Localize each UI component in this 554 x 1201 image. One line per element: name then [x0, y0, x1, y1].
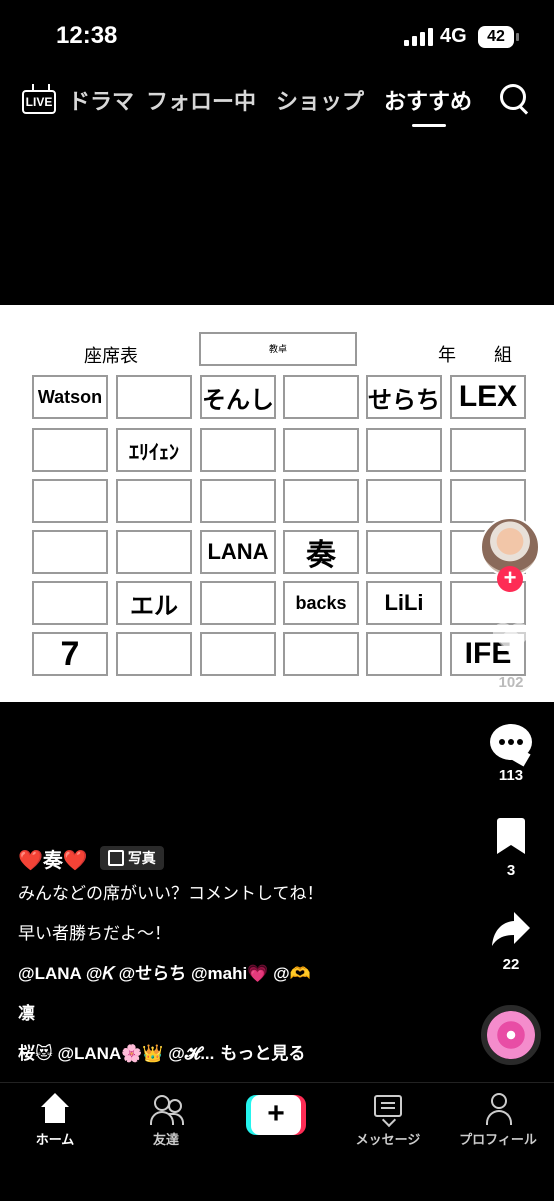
seat-cell [450, 428, 526, 472]
active-tab-indicator [412, 124, 446, 127]
seat-cell: LiLi [366, 581, 442, 625]
live-icon[interactable]: LIVE [22, 84, 58, 118]
seat-cell [283, 479, 359, 523]
teacher-desk-box: 教卓 [199, 332, 357, 366]
photo-badge-label: 写真 [127, 850, 156, 866]
heart-icon[interactable] [492, 622, 530, 658]
bottom-nav: ホーム 友達 + メッセージ プロフィール [0, 1082, 554, 1201]
seat-cell: Watson [32, 375, 108, 419]
search-icon[interactable] [500, 84, 530, 114]
caption-mentions[interactable]: @LANA @𝐾 @せらち @mahi💗 @🫶 [18, 953, 458, 993]
battery-icon: 42 [478, 26, 519, 48]
seat-cell [116, 530, 192, 574]
bookmark-count: 3 [506, 862, 516, 879]
share-icon[interactable] [490, 910, 532, 948]
seat-cell: backs [283, 581, 359, 625]
seat-cell [366, 428, 442, 472]
seat-cell [200, 632, 276, 676]
seat-cell: ｴﾘｲｪﾝ [116, 428, 192, 472]
post-photo[interactable]: 座席表 教卓 年 組 Watson そんし せらち LEX ｴﾘｲｪﾝ LANA 奏エル ba… [0, 305, 554, 702]
seat-cell [200, 581, 276, 625]
tab-drama[interactable]: ドラマ [68, 84, 134, 116]
tab-following[interactable]: フォロー中 [146, 84, 256, 116]
seat-cell [366, 632, 442, 676]
seat-cell: エル [116, 581, 192, 625]
seat-cell: LANA [200, 530, 276, 574]
comment-icon[interactable] [490, 724, 532, 767]
nav-home[interactable]: ホーム [5, 1093, 105, 1148]
like-count: 102 [498, 674, 524, 691]
live-label: LIVE [22, 90, 56, 114]
year-label: 年 [438, 345, 456, 365]
nav-profile-label: プロフィール [459, 1132, 537, 1147]
seat-cell [200, 479, 276, 523]
share-count: 22 [502, 956, 520, 973]
top-nav: LIVE ドラマ フォロー中 ショップ おすすめ [0, 72, 554, 132]
friends-icon [150, 1093, 184, 1125]
network-label: 4G [440, 25, 467, 47]
status-time: 12:38 [56, 22, 118, 49]
nav-friends[interactable]: 友達 [116, 1093, 216, 1148]
inbox-icon [372, 1093, 404, 1128]
music-disc-icon[interactable] [481, 1005, 541, 1065]
post-caption: ❤️奏❤️ 写真 みんなどの席がいい？コメントしてね！ 早い者勝ちだよ〜！ @L… [18, 843, 458, 1073]
follow-button[interactable]: + [497, 566, 523, 592]
nav-messages[interactable]: メッセージ [338, 1093, 438, 1148]
photo-badge-icon [107, 850, 124, 866]
seat-cell [32, 479, 108, 523]
plus-icon: + [251, 1095, 301, 1135]
seat-cell [116, 375, 192, 419]
seat-cell [283, 375, 359, 419]
seat-cell [366, 530, 442, 574]
nav-messages-label: メッセージ [355, 1132, 421, 1147]
nav-friends-label: 友達 [152, 1132, 179, 1147]
seating-chart-title: 座席表 [84, 346, 138, 366]
create-button[interactable]: + [246, 1095, 306, 1135]
photo-badge: 写真 [99, 846, 164, 870]
nav-profile[interactable]: プロフィール [448, 1093, 548, 1148]
author-name[interactable]: ❤️奏❤️ [18, 844, 88, 873]
comment-count: 113 [498, 767, 524, 784]
seat-cell: LEX [450, 375, 526, 419]
nav-home-label: ホーム [35, 1132, 75, 1147]
seat-cell: 7 [32, 632, 108, 676]
seat-cell [32, 530, 108, 574]
tab-for-you[interactable]: おすすめ [384, 84, 472, 116]
see-more-link[interactable]: もっと見る [220, 1043, 305, 1064]
seat-cell [283, 428, 359, 472]
caption-line: みんなどの席がいい？コメントしてね！ [18, 883, 324, 903]
seat-cell [366, 479, 442, 523]
seat-cell: せらち [366, 375, 442, 419]
caption-mentions[interactable]: 桜😻 @LANA🌸👑 @𝓗... [18, 1043, 214, 1064]
class-label: 組 [494, 345, 512, 365]
tab-shop[interactable]: ショップ [276, 84, 364, 116]
seat-cell: 奏 [283, 530, 359, 574]
signal-icon [404, 28, 436, 46]
seat-cell [32, 428, 108, 472]
status-bar: 12:38 4G 42 [0, 0, 554, 72]
bookmark-icon[interactable] [497, 818, 525, 854]
seat-cell: そんし [200, 375, 276, 419]
caption-mentions[interactable]: 凛 [18, 993, 458, 1033]
home-icon [39, 1093, 71, 1125]
seat-cell [116, 479, 192, 523]
seat-cell [32, 581, 108, 625]
seat-cell [200, 428, 276, 472]
caption-line: 早い者勝ちだよ〜！ [18, 923, 171, 943]
profile-icon [482, 1093, 514, 1125]
seat-cell [283, 632, 359, 676]
seat-cell [116, 632, 192, 676]
